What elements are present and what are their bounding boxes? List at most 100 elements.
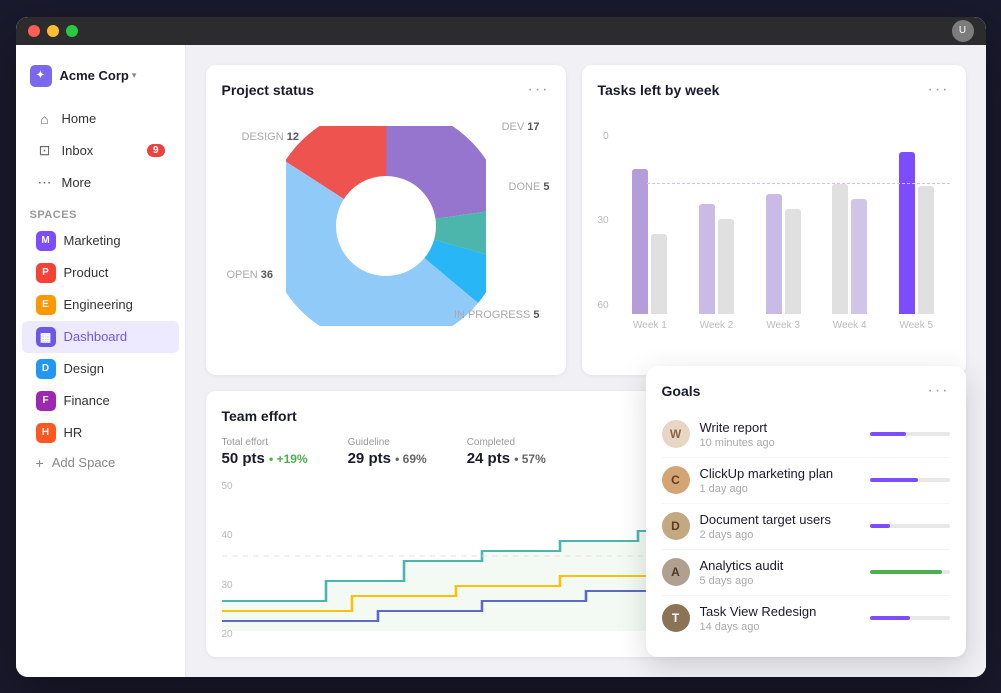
marketing-icon: M [36,231,56,251]
goal-time-1: 10 minutes ago [700,437,870,449]
bar-w3-2 [785,209,801,314]
bar-pair-week3 [766,134,801,314]
workspace-icon: ✦ [30,65,52,87]
week3-label: Week 3 [766,320,800,331]
goals-title: Goals [662,383,701,399]
project-status-card: Project status ··· [206,65,566,375]
line-y-20: 20 [222,629,233,640]
project-status-title: Project status [222,82,315,98]
project-status-menu[interactable]: ··· [528,81,550,99]
more-label: More [62,175,165,190]
sidebar-item-design[interactable]: D Design [22,353,179,385]
tasks-menu[interactable]: ··· [928,81,950,99]
inbox-icon: ⊡ [36,142,54,160]
goal-name-2: ClickUp marketing plan [700,466,870,481]
sidebar-item-dashboard[interactable]: ▦ Dashboard [22,321,179,353]
sidebar-item-finance[interactable]: F Finance [22,385,179,417]
plus-icon: + [36,455,44,471]
goal-avatar-4: A [662,558,690,586]
bar-w5-1 [899,152,915,314]
goal-bar-bg-4 [870,570,950,574]
product-label: Product [64,265,109,280]
tasks-title: Tasks left by week [598,82,720,98]
bar-w2-1 [699,204,715,314]
goal-info-4: Analytics audit 5 days ago [700,558,870,587]
spaces-section-title: Spaces [16,199,185,225]
bar-pair-week5 [899,134,934,314]
add-space-button[interactable]: + Add Space [22,449,179,477]
chevron-down-icon: ▾ [132,70,137,81]
goals-card: Goals ··· W Write report 10 minutes ago … [646,366,966,657]
workspace-selector[interactable]: ✦ Acme Corp ▾ [16,57,185,95]
week4-label: Week 4 [833,320,867,331]
bars-row: Week 1 Week 2 [617,151,950,331]
sidebar-item-product[interactable]: P Product [22,257,179,289]
sidebar-item-inbox[interactable]: ⊡ Inbox 9 [22,135,179,167]
stat-total-label: Total effort [222,437,308,448]
hr-icon: H [36,423,56,443]
goal-name-4: Analytics audit [700,558,870,573]
pie-chart: DEV 17 DONE 5 IN PROGRESS 5 OPEN 36 DESI [222,111,550,341]
tasks-header: Tasks left by week ··· [598,81,950,99]
bar-chart-inner: Week 1 Week 2 [617,151,950,331]
sidebar-item-home[interactable]: ⌂ Home [22,103,179,135]
goal-avatar-3: D [662,512,690,540]
pie-label-inprogress: IN PROGRESS 5 [454,309,540,321]
stat-completed-extra: • 57% [514,452,546,466]
close-button[interactable] [28,25,40,37]
bar-group-week3: Week 3 [750,134,817,331]
product-icon: P [36,263,56,283]
sidebar-item-marketing[interactable]: M Marketing [22,225,179,257]
bar-w2-2 [718,219,734,314]
goal-progress-4 [870,570,950,574]
stat-guideline-value: 29 pts • 69% [348,450,427,467]
charts-top-row: Project status ··· [206,65,966,375]
finance-icon: F [36,391,56,411]
goal-avatar-1: W [662,420,690,448]
bar-w1-2 [651,234,667,314]
bar-group-week1: Week 1 [617,134,684,331]
engineering-icon: E [36,295,56,315]
week2-label: Week 2 [700,320,734,331]
goals-header: Goals ··· [662,382,950,400]
pie-label-done: DONE 5 [509,181,550,193]
sidebar-item-engineering[interactable]: E Engineering [22,289,179,321]
goal-name-1: Write report [700,420,870,435]
goal-info-5: Task View Redesign 14 days ago [700,604,870,633]
goal-progress-3 [870,524,950,528]
bar-pair-week2 [699,134,734,314]
inbox-label: Inbox [62,143,147,158]
bar-chart: 60 30 0 [598,111,950,331]
goal-name-3: Document target users [700,512,870,527]
goals-menu[interactable]: ··· [928,382,950,400]
goal-avatar-5: T [662,604,690,632]
goal-info-2: ClickUp marketing plan 1 day ago [700,466,870,495]
finance-label: Finance [64,393,110,408]
sidebar-item-more[interactable]: ⋯ More [22,167,179,199]
stat-guideline: Guideline 29 pts • 69% [348,437,427,467]
user-avatar[interactable]: U [952,20,974,42]
bar-group-week5: Week 5 [883,134,950,331]
goal-time-2: 1 day ago [700,483,870,495]
stat-completed-value: 24 pts • 57% [467,450,546,467]
goal-bar-fill-1 [870,432,906,436]
maximize-button[interactable] [66,25,78,37]
y-label-0: 0 [598,131,609,142]
goal-bar-bg-1 [870,432,950,436]
goal-bar-bg-5 [870,616,950,620]
bar-w3-1 [766,194,782,314]
design-label: Design [64,361,104,376]
design-icon: D [36,359,56,379]
sidebar-item-hr[interactable]: H HR [22,417,179,449]
stat-total-extra: • +19% [269,452,308,466]
sidebar: ✦ Acme Corp ▾ ⌂ Home ⊡ Inbox 9 ⋯ More Sp… [16,45,186,677]
bar-group-week2: Week 2 [683,134,750,331]
main-layout: ✦ Acme Corp ▾ ⌂ Home ⊡ Inbox 9 ⋯ More Sp… [16,45,986,677]
goal-progress-1 [870,432,950,436]
minimize-button[interactable] [47,25,59,37]
home-icon: ⌂ [36,110,54,128]
bar-w1-1 [632,169,648,314]
add-space-label: Add Space [52,455,116,470]
project-status-header: Project status ··· [222,81,550,99]
goal-item-5: T Task View Redesign 14 days ago [662,596,950,641]
